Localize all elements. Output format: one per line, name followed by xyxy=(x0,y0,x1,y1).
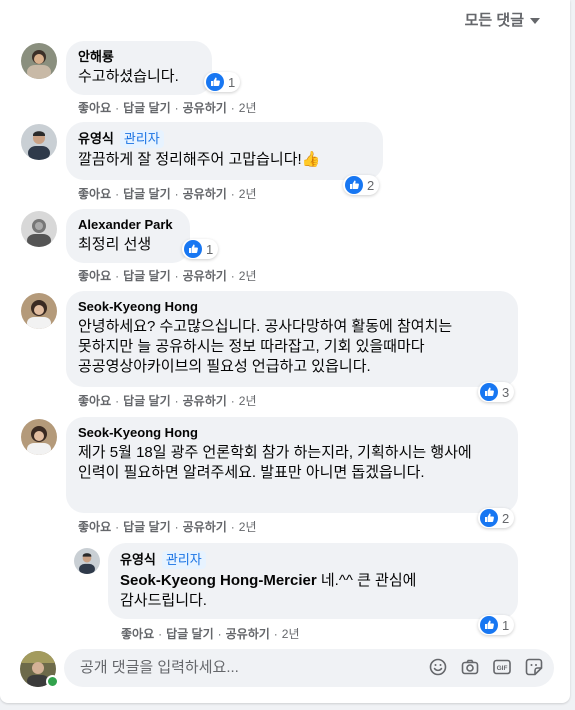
reaction-count[interactable]: 2 xyxy=(478,508,515,528)
composer-tools: GIF xyxy=(429,658,543,676)
comments-panel: 모든 댓글 안해룡 수고하셨습니다. 1 좋아요 · 답글 달기 · 공유하기 · 2… xyxy=(0,0,570,703)
comment-text: 안녕하세요? 수고많으십니다. 공사다망하여 활동에 참여치는 못하지만 늘 공… xyxy=(78,318,453,375)
like-link[interactable]: 좋아요 xyxy=(78,268,111,284)
thumbs-up-icon xyxy=(345,176,363,194)
camera-icon[interactable] xyxy=(461,658,479,676)
comment-actions: 좋아요 · 답글 달기 · 공유하기 · 2년 xyxy=(121,626,300,642)
admin-badge: 관리자 xyxy=(161,551,206,569)
thumbs-up-icon xyxy=(480,509,498,527)
comment-actions: 좋아요 · 답글 달기 · 공유하기 · 2년 xyxy=(78,268,257,284)
comment-author[interactable]: 안해룡 xyxy=(78,49,114,65)
chevron-down-icon xyxy=(530,17,540,24)
comment-text: 최정리 선생 xyxy=(78,236,152,253)
smiley-icon[interactable] xyxy=(429,658,447,676)
sticker-icon[interactable] xyxy=(525,658,543,676)
thumbs-up-icon xyxy=(480,383,498,401)
share-link[interactable]: 공유하기 xyxy=(183,100,227,116)
comment-actions: 좋아요 · 답글 달기 · 공유하기 · 2년 xyxy=(78,186,257,202)
like-link[interactable]: 좋아요 xyxy=(78,100,111,116)
like-link[interactable]: 좋아요 xyxy=(78,393,111,409)
like-link[interactable]: 좋아요 xyxy=(78,519,111,535)
reply-link[interactable]: 답글 달기 xyxy=(123,100,171,116)
reaction-count[interactable]: 2 xyxy=(343,175,380,195)
svg-text:GIF: GIF xyxy=(497,665,508,672)
avatar[interactable] xyxy=(21,211,57,247)
share-link[interactable]: 공유하기 xyxy=(226,626,270,642)
admin-badge: 관리자 xyxy=(119,130,164,148)
reaction-number: 1 xyxy=(502,617,510,633)
reaction-count[interactable]: 1 xyxy=(204,72,241,92)
reaction-number: 2 xyxy=(502,510,510,526)
reaction-count[interactable]: 1 xyxy=(478,615,515,635)
comment-time[interactable]: 2년 xyxy=(239,268,257,284)
gif-icon[interactable]: GIF xyxy=(493,658,511,676)
share-link[interactable]: 공유하기 xyxy=(183,393,227,409)
comment-text: 수고하셨습니다. xyxy=(78,68,179,85)
comment-bubble: 유영식 관리자 Seok-Kyeong Hong-Mercier 네.^^ 큰 관… xyxy=(108,543,518,619)
share-link[interactable]: 공유하기 xyxy=(183,268,227,284)
comment-bubble: Alexander Park 최정리 선생 xyxy=(66,209,190,263)
like-link[interactable]: 좋아요 xyxy=(121,626,154,642)
comment-text: 깔끔하게 잘 정리해주어 고맙습니다!👍 xyxy=(78,151,321,168)
thumbs-up-icon xyxy=(184,240,202,258)
avatar[interactable] xyxy=(21,419,57,455)
avatar[interactable] xyxy=(74,548,100,574)
reply-link[interactable]: 답글 달기 xyxy=(123,519,171,535)
sort-comments-dropdown[interactable]: 모든 댓글 xyxy=(465,9,540,30)
like-link[interactable]: 좋아요 xyxy=(78,186,111,202)
comment-author[interactable]: Seok-Kyeong Hong xyxy=(78,425,198,441)
reaction-number: 2 xyxy=(367,177,375,193)
comment-time[interactable]: 2년 xyxy=(239,519,257,535)
comment-bubble: Seok-Kyeong Hong 제가 5월 18일 광주 언론학회 참가 하는… xyxy=(66,417,518,513)
reply-link[interactable]: 답글 달기 xyxy=(123,186,171,202)
reply-link[interactable]: 답글 달기 xyxy=(123,268,171,284)
mention-link[interactable]: Seok-Kyeong Hong-Mercier xyxy=(120,572,317,589)
comment-author[interactable]: Seok-Kyeong Hong xyxy=(78,299,198,315)
comment-text: 제가 5월 18일 광주 언론학회 참가 하는지라, 기획하시는 행사에 인력이… xyxy=(78,444,472,481)
avatar[interactable] xyxy=(21,293,57,329)
avatar[interactable] xyxy=(21,124,57,160)
comment-time[interactable]: 2년 xyxy=(239,100,257,116)
comment-bubble: Seok-Kyeong Hong 안녕하세요? 수고많으십니다. 공사다망하여 … xyxy=(66,291,518,387)
comment-bubble: 유영식 관리자 깔끔하게 잘 정리해주어 고맙습니다!👍 xyxy=(66,122,383,180)
share-link[interactable]: 공유하기 xyxy=(183,186,227,202)
reaction-number: 3 xyxy=(502,384,510,400)
reply-link[interactable]: 답글 달기 xyxy=(123,393,171,409)
comment-input-placeholder: 공개 댓글을 입력하세요... xyxy=(80,659,239,676)
comment-actions: 좋아요 · 답글 달기 · 공유하기 · 2년 xyxy=(78,519,257,535)
thumbs-up-icon xyxy=(206,73,224,91)
reaction-number: 1 xyxy=(206,241,214,257)
comment-actions: 좋아요 · 답글 달기 · 공유하기 · 2년 xyxy=(78,393,257,409)
comment-time[interactable]: 2년 xyxy=(282,626,300,642)
comment-time[interactable]: 2년 xyxy=(239,186,257,202)
comment-actions: 좋아요 · 답글 달기 · 공유하기 · 2년 xyxy=(78,100,257,116)
sort-label: 모든 댓글 xyxy=(464,12,524,29)
reaction-count[interactable]: 1 xyxy=(182,239,219,259)
comment-composer: 공개 댓글을 입력하세요... GIF xyxy=(20,648,555,690)
comment-author[interactable]: Alexander Park xyxy=(78,217,173,233)
reaction-number: 1 xyxy=(228,74,236,90)
avatar[interactable] xyxy=(21,43,57,79)
reaction-count[interactable]: 3 xyxy=(478,382,515,402)
thumbs-up-icon xyxy=(480,616,498,634)
comment-author[interactable]: 유영식 xyxy=(120,552,156,568)
comment-bubble: 안해룡 수고하셨습니다. xyxy=(66,41,212,95)
reply-link[interactable]: 답글 달기 xyxy=(166,626,214,642)
share-link[interactable]: 공유하기 xyxy=(183,519,227,535)
comment-author[interactable]: 유영식 xyxy=(78,131,114,147)
online-status-dot xyxy=(46,675,59,688)
comment-text: Seok-Kyeong Hong-Mercier 네.^^ 큰 관심에 감사드립… xyxy=(120,571,506,611)
comment-time[interactable]: 2년 xyxy=(239,393,257,409)
